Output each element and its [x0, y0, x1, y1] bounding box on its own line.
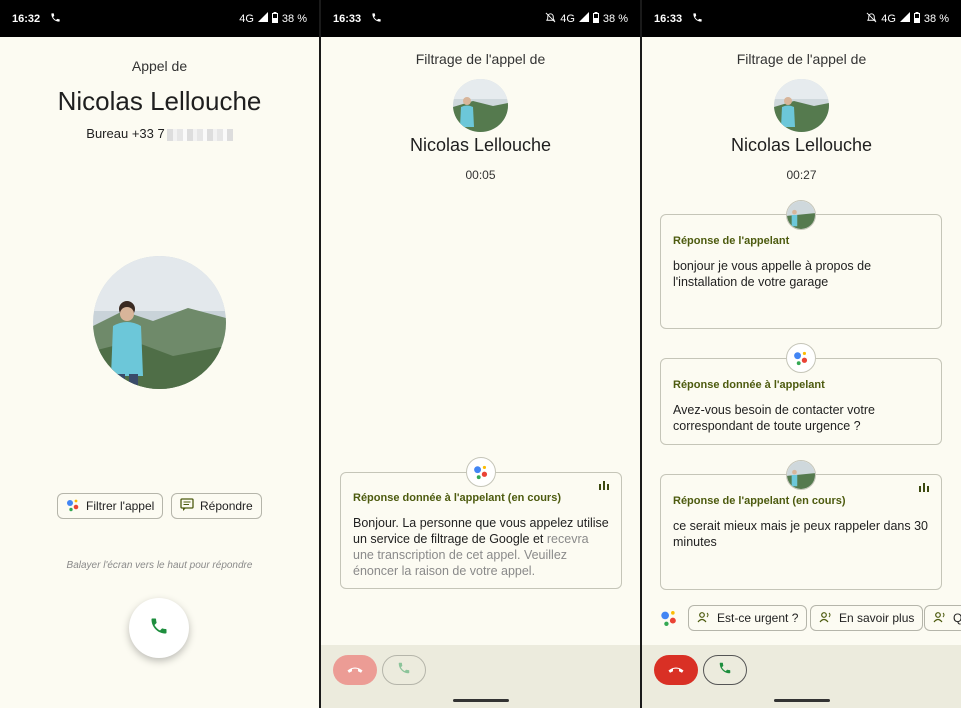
card-title: Réponse de l'appelant (en cours)	[673, 495, 846, 507]
status-bar: 16:33 4G 38 %	[642, 0, 961, 37]
answer-button[interactable]	[703, 655, 747, 685]
call-header: Appel de	[131, 58, 188, 74]
reply-label: Répondre	[200, 499, 253, 513]
signal-icon	[899, 12, 910, 25]
person-speak-icon	[819, 611, 833, 626]
suggestion-chip-urgent[interactable]: Est-ce urgent ?	[688, 605, 808, 631]
caller-name: Nicolas Lellouche	[730, 135, 873, 155]
phone-icon	[50, 12, 61, 26]
status-bar: 16:33 4G 38 %	[321, 0, 640, 37]
caller-name: Nicolas Lellouche	[57, 86, 262, 116]
screening-header: Filtrage de l'appel de	[736, 51, 867, 67]
card-title: Réponse donnée à l'appelant	[673, 379, 825, 391]
transcript-card: Réponse donnée à l'appelant (en cours) B…	[340, 472, 622, 589]
google-assistant-icon	[786, 343, 816, 373]
caller-avatar-badge	[786, 460, 816, 490]
chip-label: Qu	[953, 611, 961, 625]
phone-icon	[692, 12, 703, 26]
call-controls	[642, 645, 961, 708]
caller-avatar	[453, 79, 508, 132]
phone-icon	[371, 12, 382, 26]
card-title: Réponse de l'appelant	[673, 235, 790, 247]
battery-label: 38 %	[602, 12, 628, 25]
phone-icon	[718, 661, 732, 680]
card-text: bonjour je vous appelle à propos de l'in…	[673, 259, 872, 289]
caller-response-card: Réponse de l'appelant bonjour je vous ap…	[660, 214, 942, 329]
card-text: Avez-vous besoin de contacter votre corr…	[673, 403, 875, 433]
home-handle[interactable]	[452, 699, 509, 702]
redacted-digits	[166, 128, 233, 141]
call-screening-start: 16:33 4G 38 % Filtrage de l'appel de Nic…	[321, 0, 640, 708]
home-handle[interactable]	[773, 699, 830, 702]
battery-label: 38 %	[281, 12, 307, 25]
signal-icon	[257, 12, 268, 25]
caller-number: Bureau +33 7	[0, 126, 319, 141]
battery-icon	[913, 11, 920, 26]
chip-label: En savoir plus	[839, 611, 915, 625]
reply-button[interactable]: Répondre	[171, 493, 262, 519]
answer-call-button[interactable]	[129, 598, 189, 658]
mute-icon	[545, 12, 556, 26]
suggestion-chip-truncated[interactable]: Qu	[924, 605, 961, 631]
phone-icon	[149, 616, 169, 641]
status-time: 16:33	[333, 12, 362, 25]
battery-label: 38 %	[923, 12, 949, 25]
card-text: Bonjour. La personne que vous appelez ut…	[353, 515, 609, 579]
caller-avatar	[93, 256, 226, 389]
mute-icon	[866, 12, 877, 26]
network-label: 4G	[239, 12, 254, 25]
hangup-button[interactable]	[333, 655, 377, 685]
incoming-call-screen: 16:32 4G 38 % Appel de Nicolas Lellouche…	[0, 0, 319, 708]
status-time: 16:33	[654, 12, 683, 25]
hangup-icon	[667, 661, 685, 679]
answer-button[interactable]	[382, 655, 426, 685]
call-controls	[321, 645, 640, 708]
caller-response-live-card: Réponse de l'appelant (en cours) ce sera…	[660, 474, 942, 590]
phone-icon	[397, 661, 411, 680]
card-text: ce serait mieux mais je peux rappeler da…	[673, 519, 928, 549]
hangup-icon	[346, 661, 364, 679]
person-speak-icon	[933, 611, 947, 626]
person-speak-icon	[697, 611, 711, 626]
caller-number-text: Bureau +33 7	[86, 126, 165, 141]
battery-icon	[592, 11, 599, 26]
audio-bars-icon	[599, 481, 609, 490]
network-label: 4G	[881, 12, 896, 25]
screening-header: Filtrage de l'appel de	[415, 51, 546, 67]
call-timer: 00:27	[786, 168, 817, 182]
caller-avatar	[774, 79, 829, 132]
chat-icon	[180, 497, 194, 515]
swipe-hint: Balayer l'écran vers le haut pour répond…	[66, 560, 253, 571]
status-time: 16:32	[12, 12, 41, 25]
google-assistant-icon	[66, 498, 80, 515]
caller-name: Nicolas Lellouche	[409, 135, 552, 155]
status-bar: 16:32 4G 38 %	[0, 0, 319, 37]
call-screening-conversation: 16:33 4G 38 % Filtrage de l'appel de Nic…	[642, 0, 961, 708]
signal-icon	[578, 12, 589, 25]
card-title: Réponse donnée à l'appelant (en cours)	[353, 492, 561, 504]
filter-call-label: Filtrer l'appel	[86, 499, 155, 513]
call-timer: 00:05	[465, 168, 496, 182]
hangup-button[interactable]	[654, 655, 698, 685]
filter-call-button[interactable]: Filtrer l'appel	[57, 493, 164, 519]
suggestion-chip-learn-more[interactable]: En savoir plus	[810, 605, 924, 631]
battery-icon	[271, 11, 278, 26]
google-assistant-icon	[466, 457, 496, 487]
chip-label: Est-ce urgent ?	[717, 611, 799, 625]
network-label: 4G	[560, 12, 575, 25]
google-assistant-icon	[660, 609, 678, 632]
caller-avatar-badge	[786, 200, 816, 230]
audio-bars-icon	[919, 483, 929, 492]
